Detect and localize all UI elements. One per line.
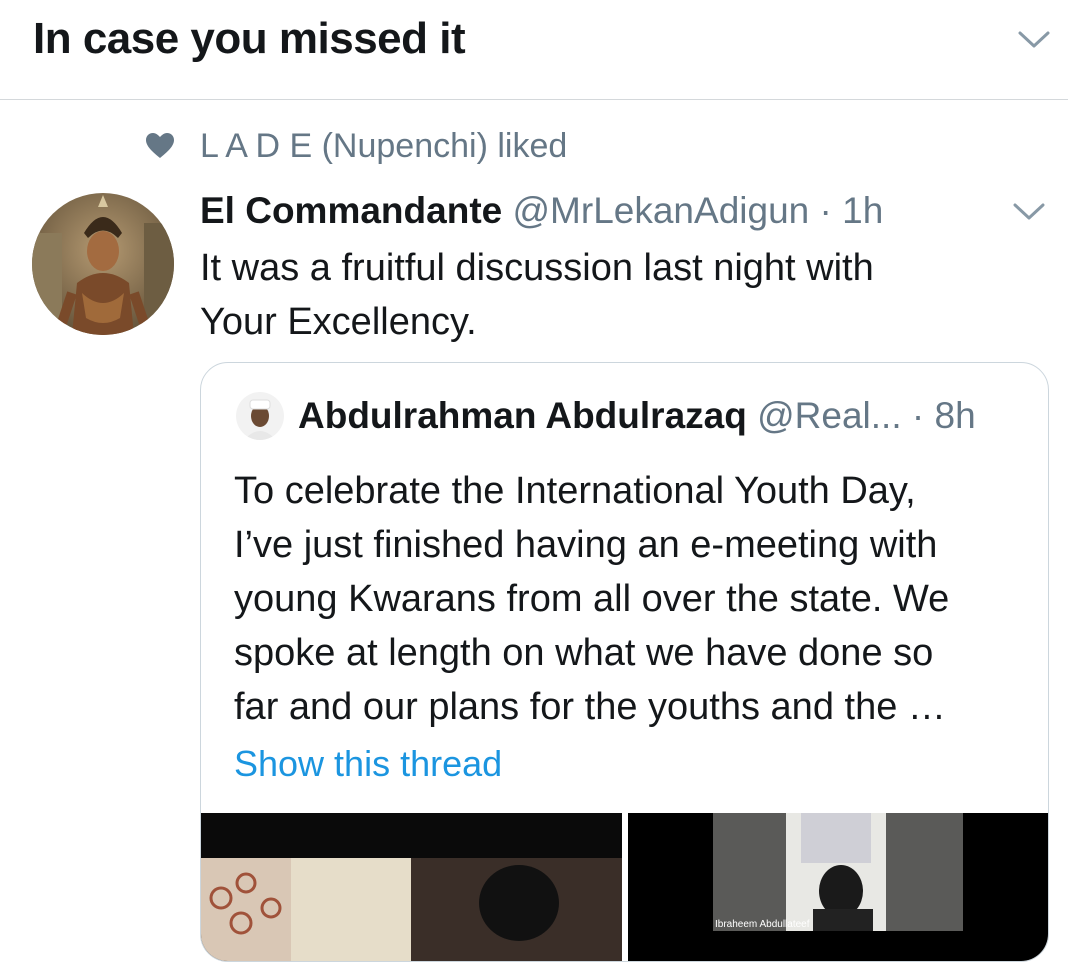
quoted-text-line: I’ve just finished having an e-meeting w… <box>234 524 938 566</box>
tweet-header: El Commandante @MrLekanAdigun · 1h <box>200 190 883 232</box>
tweet-text: It was a fruitful discussion last night … <box>200 241 1000 349</box>
media-thumbnails <box>201 813 1048 961</box>
social-context: L A D E (Nupenchi) liked <box>146 126 567 166</box>
avatar[interactable] <box>32 193 174 335</box>
tweet-text-line: Your Excellency. <box>200 301 477 343</box>
tweet-menu-chevron-down-icon[interactable] <box>1012 202 1046 222</box>
participant-name-label: Ibraheem Abdullateef <box>715 919 810 930</box>
quoted-media[interactable]: Ibraheem Abdullateef <box>201 813 1048 961</box>
quoted-text-line: spoke at length on what we have done so <box>234 632 934 674</box>
section-title: In case you missed it <box>33 14 466 63</box>
quoted-text-line: To celebrate the International Youth Day… <box>234 470 916 512</box>
quoted-timestamp: 8h <box>934 395 976 436</box>
chevron-down-icon[interactable] <box>1017 30 1051 50</box>
quoted-text: To celebrate the International Youth Day… <box>234 464 1024 734</box>
author-name[interactable]: El Commandante <box>200 190 502 231</box>
separator: · <box>819 190 832 231</box>
social-context-text[interactable]: L A D E (Nupenchi) liked <box>200 127 567 166</box>
heart-icon <box>146 133 174 159</box>
quoted-tweet[interactable]: Abdulrahman Abdulrazaq @Real... · 8h To … <box>200 362 1049 962</box>
quoted-header: Abdulrahman Abdulrazaq @Real... · 8h <box>298 395 976 437</box>
quoted-avatar <box>236 392 284 440</box>
show-thread-link[interactable]: Show this thread <box>234 743 502 785</box>
timeline-section-header: In case you missed it <box>0 0 1068 100</box>
tweet-text-line: It was a fruitful discussion last night … <box>200 247 874 289</box>
quoted-text-line: far and our plans for the youths and the… <box>234 686 946 728</box>
author-handle[interactable]: @MrLekanAdigun <box>513 190 810 231</box>
quoted-author-name: Abdulrahman Abdulrazaq <box>298 395 747 436</box>
quoted-author-handle: @Real... <box>757 395 902 436</box>
tweet-timestamp[interactable]: 1h <box>842 190 883 231</box>
quoted-text-line: young Kwarans from all over the state. W… <box>234 578 950 620</box>
separator: · <box>911 395 925 436</box>
